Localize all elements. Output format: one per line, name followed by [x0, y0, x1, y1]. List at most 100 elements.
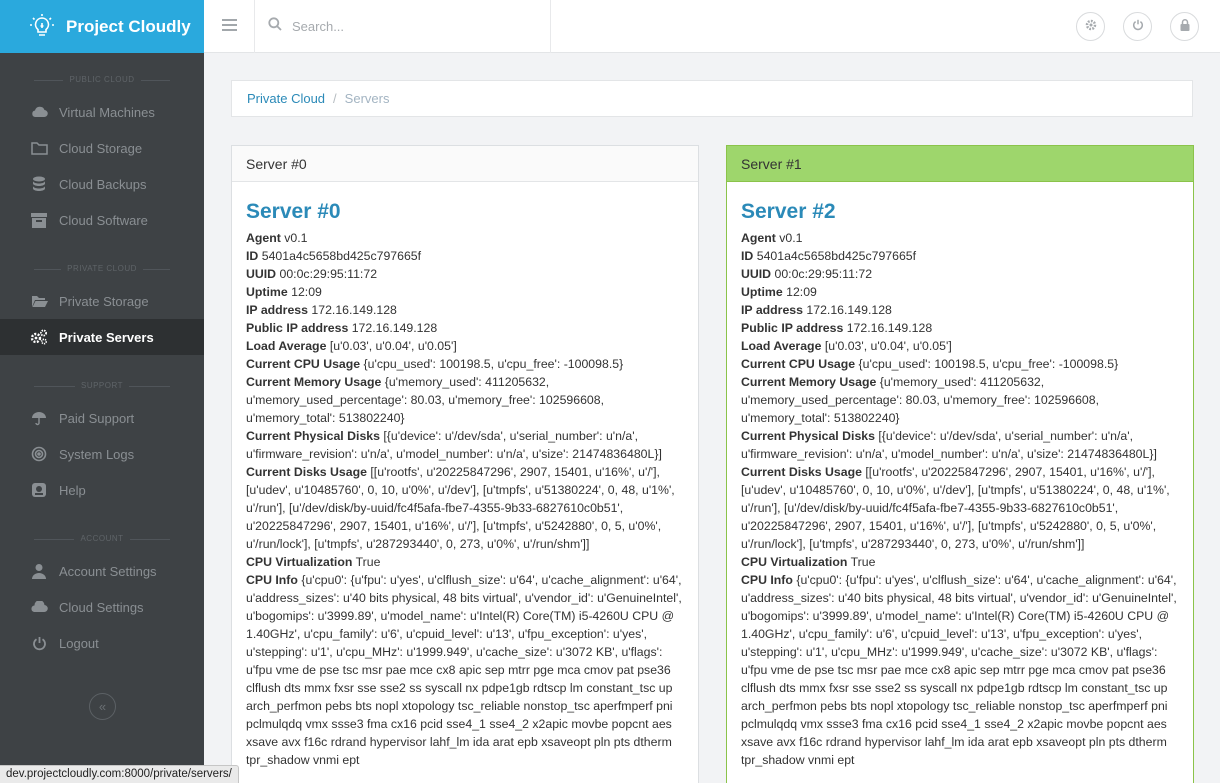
breadcrumb: Private Cloud / Servers [231, 80, 1193, 117]
field-value: [u'0.03', u'0.04', u'0.05'] [824, 339, 952, 353]
sidebar-item-label: Cloud Backups [59, 176, 147, 192]
field-label: Current CPU Usage [741, 357, 856, 371]
sidebar-item-label: Virtual Machines [59, 104, 155, 120]
server-field-row: UUID 00:0c:29:95:11:72 [246, 265, 684, 283]
section-account: ACCOUNT [0, 534, 204, 543]
server-field-row: CPU Info {u'cpu0': {u'fpu': u'yes', u'cl… [741, 571, 1179, 769]
sidebar: Project Cloudly PUBLIC CLOUD Virtual Mac… [0, 0, 204, 783]
panel-header: Server #1 [727, 146, 1193, 182]
field-label: CPU Virtualization [741, 555, 848, 569]
field-value: {u'cpu0': {u'fpu': u'yes', u'clflush_siz… [246, 573, 682, 767]
user-icon [30, 562, 48, 580]
field-value: 172.16.149.128 [311, 303, 397, 317]
field-value: v0.1 [284, 231, 308, 245]
breadcrumb-current: Servers [344, 91, 390, 106]
status-bar-url: dev.projectcloudly.com:8000/private/serv… [0, 765, 239, 783]
sidebar-item-logout[interactable]: Logout [0, 625, 204, 661]
lock-button[interactable] [1170, 12, 1199, 41]
menu-toggle-button[interactable] [204, 0, 255, 53]
brand[interactable]: Project Cloudly [0, 0, 204, 53]
server-field-row: IP address 172.16.149.128 [246, 301, 684, 319]
field-value: 12:09 [786, 285, 817, 299]
settings-button[interactable] [1076, 12, 1105, 41]
sidebar-item-label: Paid Support [59, 410, 135, 426]
field-value: 172.16.149.128 [846, 321, 933, 335]
field-label: CPU Info [246, 573, 298, 587]
field-value: 172.16.149.128 [806, 303, 892, 317]
hamburger-icon [221, 18, 237, 36]
power-icon [30, 634, 48, 652]
archive-icon [30, 211, 48, 229]
field-value: {u'cpu0': {u'fpu': u'yes', u'clflush_siz… [741, 573, 1177, 767]
power-button[interactable] [1123, 12, 1152, 41]
field-label: ID [741, 249, 754, 263]
topbar [204, 0, 1220, 53]
brand-name: Project Cloudly [66, 16, 191, 36]
field-label: Public IP address [741, 321, 844, 335]
sidebar-item-label: System Logs [59, 446, 135, 462]
section-private-cloud: PRIVATE CLOUD [0, 264, 204, 273]
sidebar-item-label: Cloud Software [59, 212, 148, 228]
umbrella-icon [30, 409, 48, 427]
breadcrumb-private-cloud-link[interactable]: Private Cloud [247, 91, 325, 106]
sidebar-item-label: Logout [59, 635, 99, 651]
server-field-row: Load Average [u'0.03', u'0.04', u'0.05'] [741, 337, 1179, 355]
field-label: Current Physical Disks [246, 429, 380, 443]
server-field-row: Uptime 12:09 [246, 283, 684, 301]
field-value: 12:09 [291, 285, 322, 299]
field-label: Agent [246, 231, 281, 245]
field-label: CPU Info [741, 573, 793, 587]
cloud-icon [30, 103, 48, 121]
server-field-row: ID 5401a4c5658bd425c797665f [741, 247, 1179, 265]
collapse-sidebar-button[interactable]: « [89, 693, 116, 720]
server-title: Server #0 [246, 200, 341, 223]
server-field-row: Current CPU Usage {u'cpu_used': 100198.5… [741, 355, 1179, 373]
settings-icon [1085, 18, 1097, 36]
gears-icon [30, 328, 48, 346]
server-field-row: ID 5401a4c5658bd425c797665f [246, 247, 684, 265]
field-value: True [850, 555, 876, 569]
sidebar-item-cloud-software[interactable]: Cloud Software [0, 202, 204, 238]
sidebar-item-private-servers[interactable]: Private Servers [0, 319, 204, 355]
field-label: Uptime [246, 285, 288, 299]
sidebar-item-label: Help [59, 482, 86, 498]
server-fields: Agent v0.1 ID 5401a4c5658bd425c797665f UUI… [246, 229, 684, 769]
server-field-row: Current Memory Usage {u'memory_used': 41… [246, 373, 684, 427]
server-field-row: Agent v0.1 [741, 229, 1179, 247]
sidebar-item-cloud-backups[interactable]: Cloud Backups [0, 166, 204, 202]
server-field-row: Current Physical Disks [{u'device': u'/d… [741, 427, 1179, 463]
search-icon [268, 17, 282, 36]
sidebar-item-cloud-storage[interactable]: Cloud Storage [0, 130, 204, 166]
sidebar-item-label: Account Settings [59, 563, 157, 579]
cloud-settings-icon [30, 598, 48, 616]
server-fields: Agent v0.1 ID 5401a4c5658bd425c797665f UUI… [741, 229, 1179, 769]
sidebar-item-account-settings[interactable]: Account Settings [0, 553, 204, 589]
field-label: Current Memory Usage [741, 375, 877, 389]
field-label: UUID [246, 267, 277, 281]
sidebar-item-private-storage[interactable]: Private Storage [0, 283, 204, 319]
search-input[interactable] [292, 19, 532, 34]
field-value: {u'cpu_used': 100198.5, u'cpu_free': -10… [363, 357, 624, 371]
sidebar-item-virtual-machines[interactable]: Virtual Machines [0, 94, 204, 130]
sidebar-item-paid-support[interactable]: Paid Support [0, 400, 204, 436]
server-field-row: Load Average [u'0.03', u'0.04', u'0.05'] [246, 337, 684, 355]
breadcrumb-separator: / [333, 91, 337, 106]
sidebar-item-help[interactable]: Help [0, 472, 204, 508]
panel-body: Server #2 Agent v0.1 ID 5401a4c5658bd425c… [727, 182, 1193, 769]
server-field-row: Current Physical Disks [{u'device': u'/d… [246, 427, 684, 463]
field-value: v0.1 [779, 231, 803, 245]
server-panel-1: Server #1 Server #2 Agent v0.1 ID 5401a4c… [726, 145, 1194, 783]
server-field-row: Agent v0.1 [246, 229, 684, 247]
sidebar-item-label: Private Servers [59, 329, 154, 345]
field-value: 5401a4c5658bd425c797665f [261, 249, 422, 263]
sidebar-item-label: Cloud Storage [59, 140, 143, 156]
field-label: Public IP address [246, 321, 349, 335]
server-panel-0: Server #0 Server #0 Agent v0.1 ID 5401a4c… [231, 145, 699, 783]
target-icon [30, 445, 48, 463]
sidebar-item-cloud-settings[interactable]: Cloud Settings [0, 589, 204, 625]
sidebar-item-system-logs[interactable]: System Logs [0, 436, 204, 472]
double-chevron-left-icon: « [98, 699, 107, 714]
field-label: Current Physical Disks [741, 429, 875, 443]
field-value: 172.16.149.128 [351, 321, 438, 335]
panel-body: Server #0 Agent v0.1 ID 5401a4c5658bd425c… [232, 182, 698, 769]
